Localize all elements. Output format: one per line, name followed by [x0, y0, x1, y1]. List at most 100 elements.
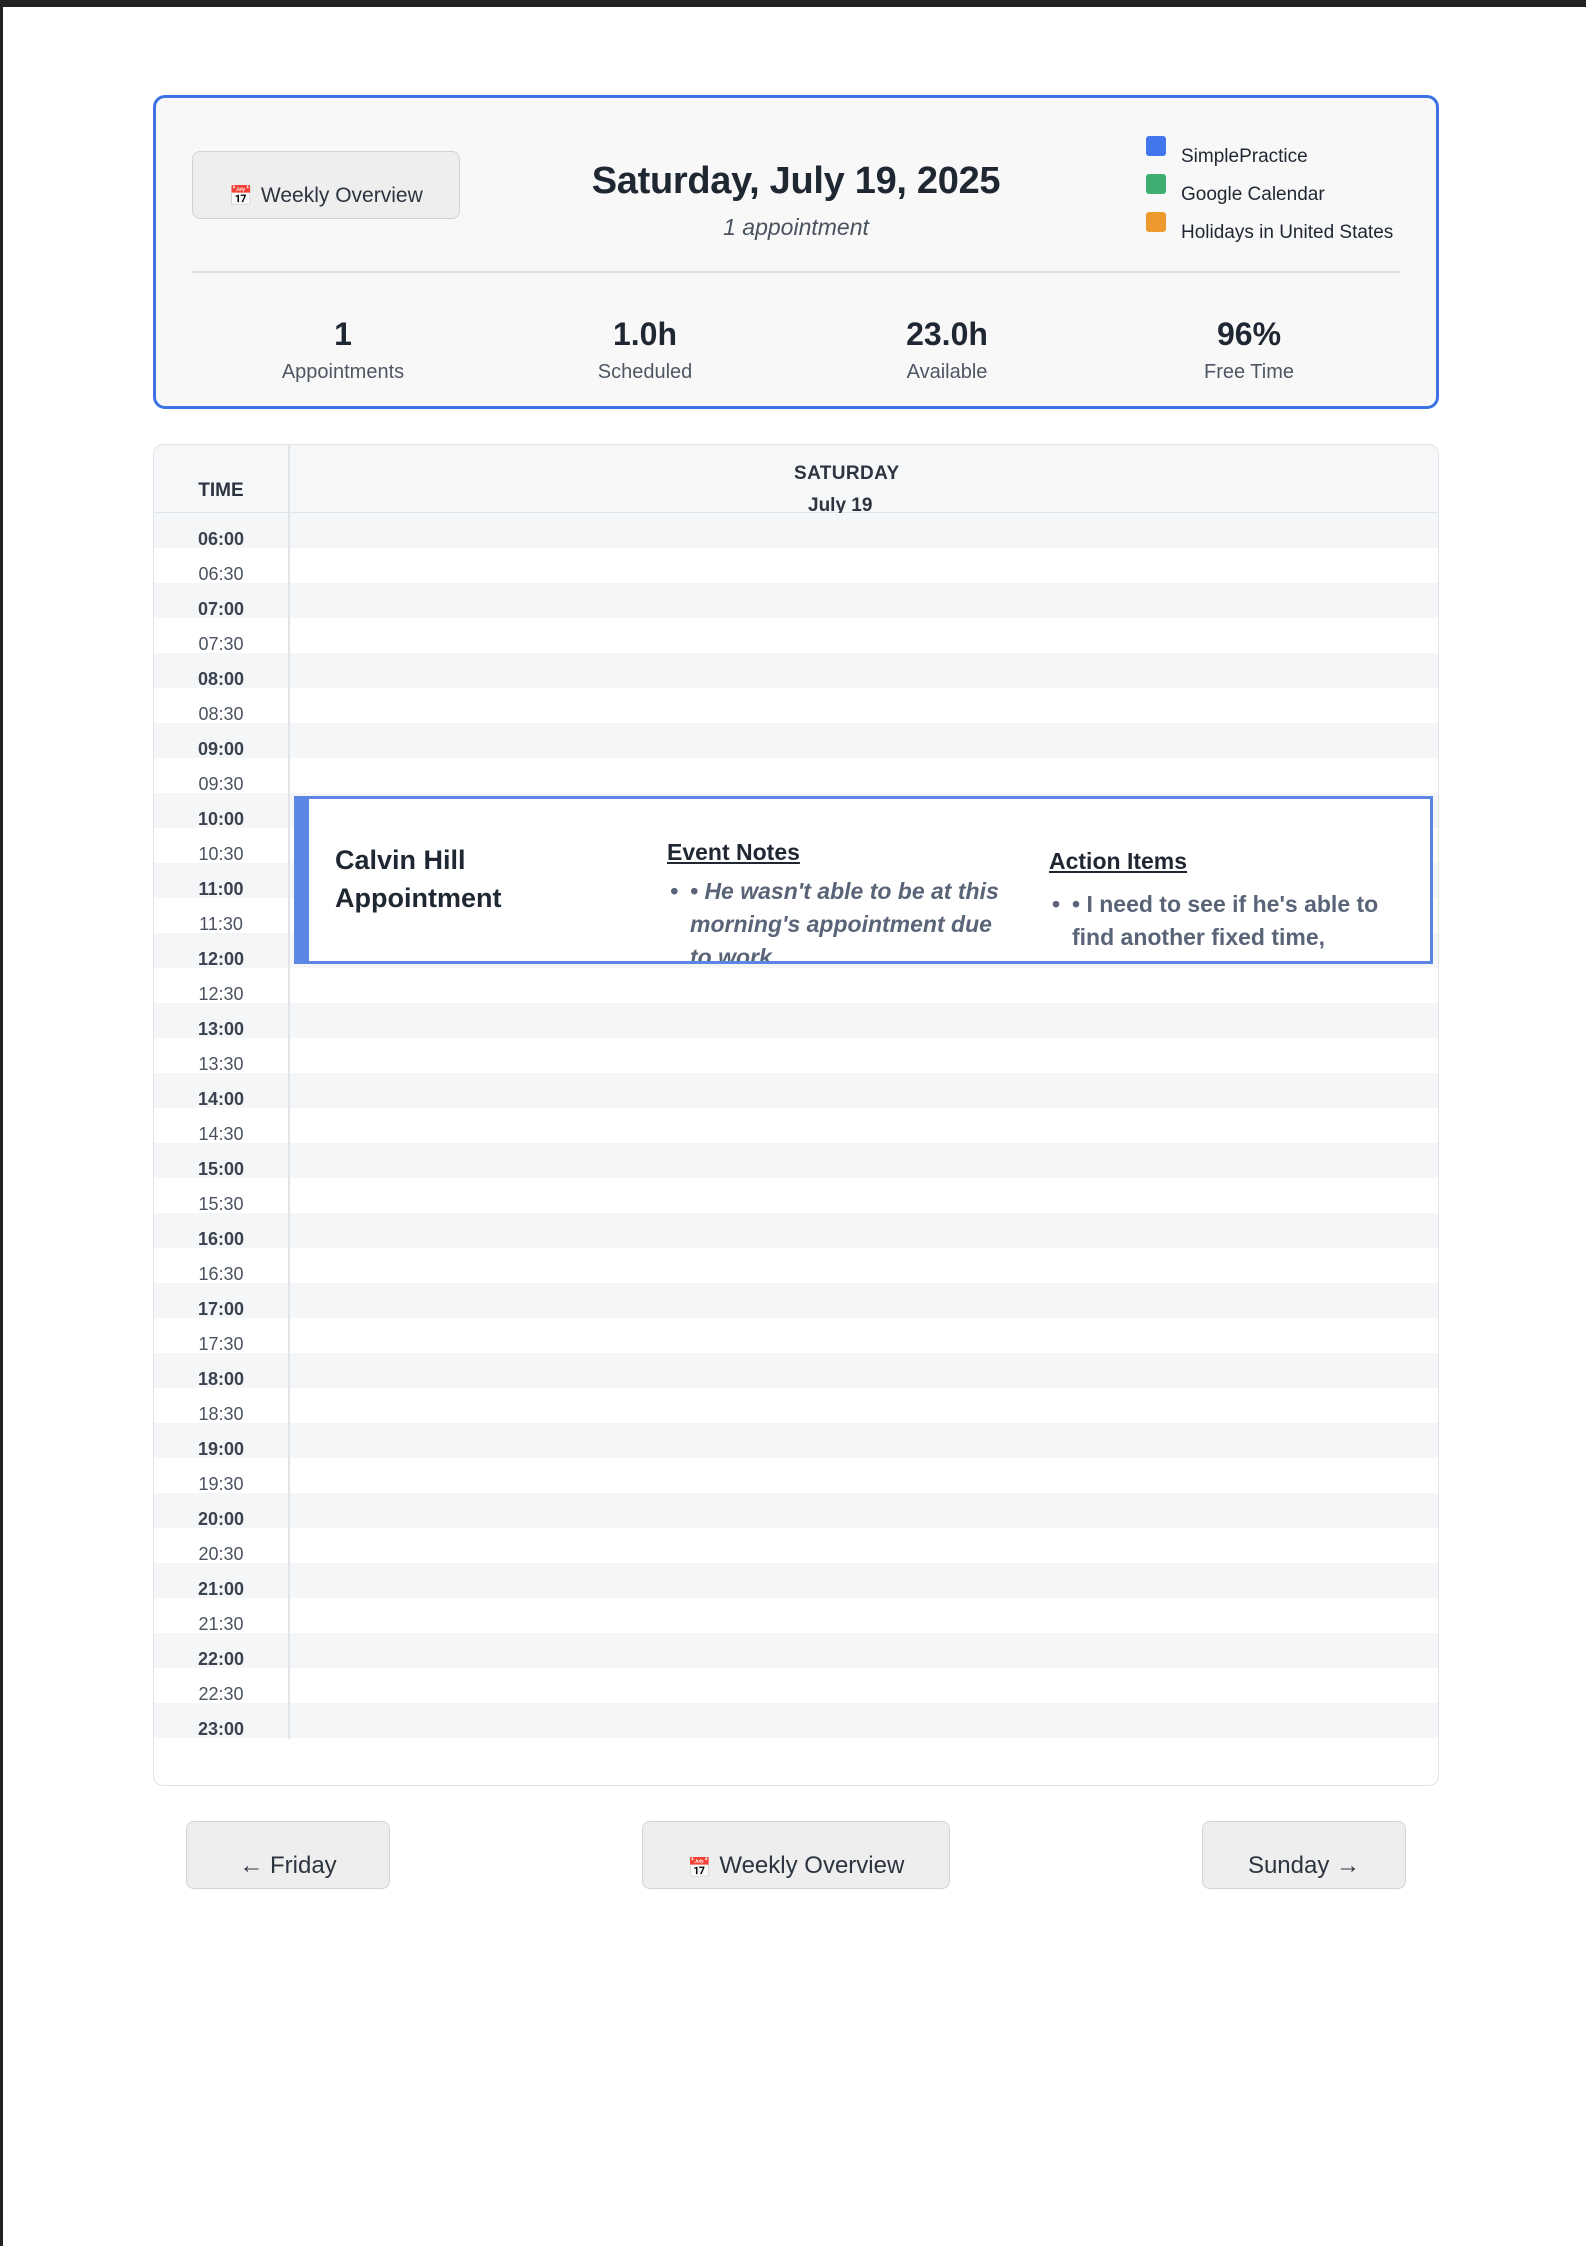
previous-day-button[interactable]: ← Friday	[186, 1821, 390, 1889]
appointment-color-bar	[297, 799, 309, 961]
time-column-divider	[288, 445, 290, 1739]
time-slot-row[interactable]: 14:30	[154, 1108, 1438, 1143]
time-slot-row[interactable]: 12:30	[154, 968, 1438, 1003]
time-slot-row[interactable]: 15:00	[154, 1143, 1438, 1178]
time-slot-row[interactable]: 16:30	[154, 1248, 1438, 1283]
previous-day-label: ← Friday	[239, 1852, 337, 1879]
time-slot-row[interactable]: 17:30	[154, 1318, 1438, 1353]
time-slot-row[interactable]: 07:30	[154, 618, 1438, 653]
time-slot-row[interactable]: 20:30	[154, 1528, 1438, 1563]
time-slot-row[interactable]: 14:00	[154, 1073, 1438, 1108]
time-slot-row[interactable]: 19:00	[154, 1423, 1438, 1458]
stat-value: 96%	[1216, 316, 1282, 352]
time-slot-label: 19:00	[197, 1439, 245, 1459]
weekly-overview-label: Weekly Overview	[719, 1852, 905, 1879]
time-slot-row[interactable]: 06:00	[154, 513, 1438, 548]
stat-appointments: 1 Appointments	[192, 316, 494, 384]
calendar-header: TIME SATURDAY July 19	[154, 445, 1438, 513]
page-title: Saturday, July 19, 2025	[591, 160, 1001, 202]
appointment-title-line: Calvin Hill	[335, 845, 466, 875]
time-slot-label: 19:30	[198, 1474, 244, 1494]
time-slot-row[interactable]: 21:00	[154, 1563, 1438, 1598]
time-slot-row[interactable]: 20:00	[154, 1493, 1438, 1528]
legend-label: SimplePractice	[1181, 146, 1308, 167]
window-top-border	[0, 0, 1586, 7]
stat-value: 23.0h	[906, 316, 988, 352]
stat-label: Appointments	[281, 361, 405, 383]
stats-row: 1 Appointments 1.0h Scheduled 23.0h Avai…	[192, 316, 1400, 384]
stat-available: 23.0h Available	[796, 316, 1098, 384]
time-slot-label: 13:30	[198, 1054, 244, 1074]
time-slot-row[interactable]: 22:30	[154, 1668, 1438, 1703]
time-slot-label: 10:00	[197, 809, 245, 829]
action-item: • I need to see if he's able to find ano…	[1072, 891, 1379, 950]
time-slot-label: 21:00	[197, 1579, 245, 1599]
next-day-label: Sunday →	[1247, 1852, 1361, 1879]
time-slot-row[interactable]: 09:30	[154, 758, 1438, 793]
time-slot-row[interactable]: 08:00	[154, 653, 1438, 688]
time-slot-label: 06:00	[197, 529, 245, 549]
time-slot-row[interactable]: 13:00	[154, 1003, 1438, 1038]
time-slot-label: 15:00	[197, 1159, 245, 1179]
time-slot-row[interactable]: 23:00	[154, 1703, 1438, 1738]
time-slot-label: 11:00	[198, 879, 244, 899]
time-slot-label: 15:30	[198, 1194, 244, 1214]
time-slot-label: 10:30	[198, 844, 244, 864]
stat-label: Free Time	[1203, 361, 1295, 383]
time-column-header: TIME	[198, 480, 244, 501]
day-column-header: SATURDAY	[794, 463, 900, 484]
time-slot-row[interactable]: 08:30	[154, 688, 1438, 723]
appointment-count: 1 appointment	[723, 214, 869, 240]
time-slot-row[interactable]: 07:00	[154, 583, 1438, 618]
day-column-date: July 19	[808, 495, 873, 513]
time-slot-label: 11:30	[199, 914, 243, 934]
time-slot-label: 18:30	[198, 1404, 244, 1424]
time-slot-rows: 06:00 06:30 07:00 07:30 08:00 08:30 09:00 09:30…	[154, 513, 1438, 1738]
time-slot-row[interactable]: 15:30	[154, 1178, 1438, 1213]
time-slot-row[interactable]: 18:00	[154, 1353, 1438, 1388]
time-slot-label: 08:30	[198, 704, 244, 724]
legend-swatch-icon	[1146, 136, 1166, 156]
calendar-icon: 📅	[229, 186, 253, 207]
event-note-item: • He wasn't able to be at this morning's…	[690, 878, 999, 964]
time-slot-row[interactable]: 17:00	[154, 1283, 1438, 1318]
time-slot-row[interactable]: 06:30	[154, 548, 1438, 583]
next-day-button[interactable]: Sunday →	[1202, 1821, 1406, 1889]
time-slot-label: 22:00	[197, 1649, 245, 1669]
calendar-icon: 📅	[687, 1858, 712, 1879]
appointment-block[interactable]: Calvin Hill Appointment Event Notes • • …	[294, 796, 1433, 964]
action-items-heading: Action Items	[1049, 848, 1188, 874]
bullet-icon: •	[1052, 891, 1061, 917]
time-slot-label: 20:00	[197, 1509, 245, 1529]
legend-swatch-icon	[1146, 174, 1166, 194]
appointment-title-line: Appointment	[335, 883, 502, 913]
time-slot-label: 18:00	[197, 1369, 245, 1389]
legend-label: Google Calendar	[1181, 184, 1325, 205]
time-slot-label: 17:30	[198, 1334, 244, 1354]
time-slot-row[interactable]: 09:00	[154, 723, 1438, 758]
time-slot-row[interactable]: 22:00	[154, 1633, 1438, 1668]
time-slot-row[interactable]: 19:30	[154, 1458, 1438, 1493]
day-calendar-grid: 06:00 06:30 07:00 07:30 08:00 08:30 09:00 09:30…	[153, 444, 1439, 1786]
legend-swatch-icon	[1146, 212, 1166, 232]
time-slot-label: 09:00	[197, 739, 245, 759]
stat-label: Scheduled	[597, 361, 693, 383]
time-slot-label: 06:30	[198, 564, 244, 584]
time-slot-row[interactable]: 18:30	[154, 1388, 1438, 1423]
event-notes-heading: Event Notes	[667, 839, 800, 865]
weekly-overview-button[interactable]: 📅 Weekly Overview	[192, 151, 460, 219]
time-slot-row[interactable]: 16:00	[154, 1213, 1438, 1248]
time-slot-label: 16:30	[198, 1264, 244, 1284]
time-slot-row[interactable]: 13:30	[154, 1038, 1438, 1073]
time-slot-row[interactable]: 21:30	[154, 1598, 1438, 1633]
action-items-list: • • I need to see if he's able to find a…	[1052, 888, 1392, 954]
time-slot-label: 12:00	[197, 949, 245, 969]
bullet-icon: •	[670, 878, 679, 904]
stat-free-time: 96% Free Time	[1098, 316, 1400, 384]
time-slot-label: 20:30	[198, 1544, 244, 1564]
appointment-title: Calvin Hill Appointment	[335, 841, 595, 917]
event-notes-list: • • He wasn't able to be at this morning…	[670, 875, 1010, 964]
weekly-overview-footer-button[interactable]: 📅 Weekly Overview	[642, 1821, 950, 1889]
stat-value: 1	[334, 316, 352, 352]
window-left-border	[0, 0, 3, 2246]
